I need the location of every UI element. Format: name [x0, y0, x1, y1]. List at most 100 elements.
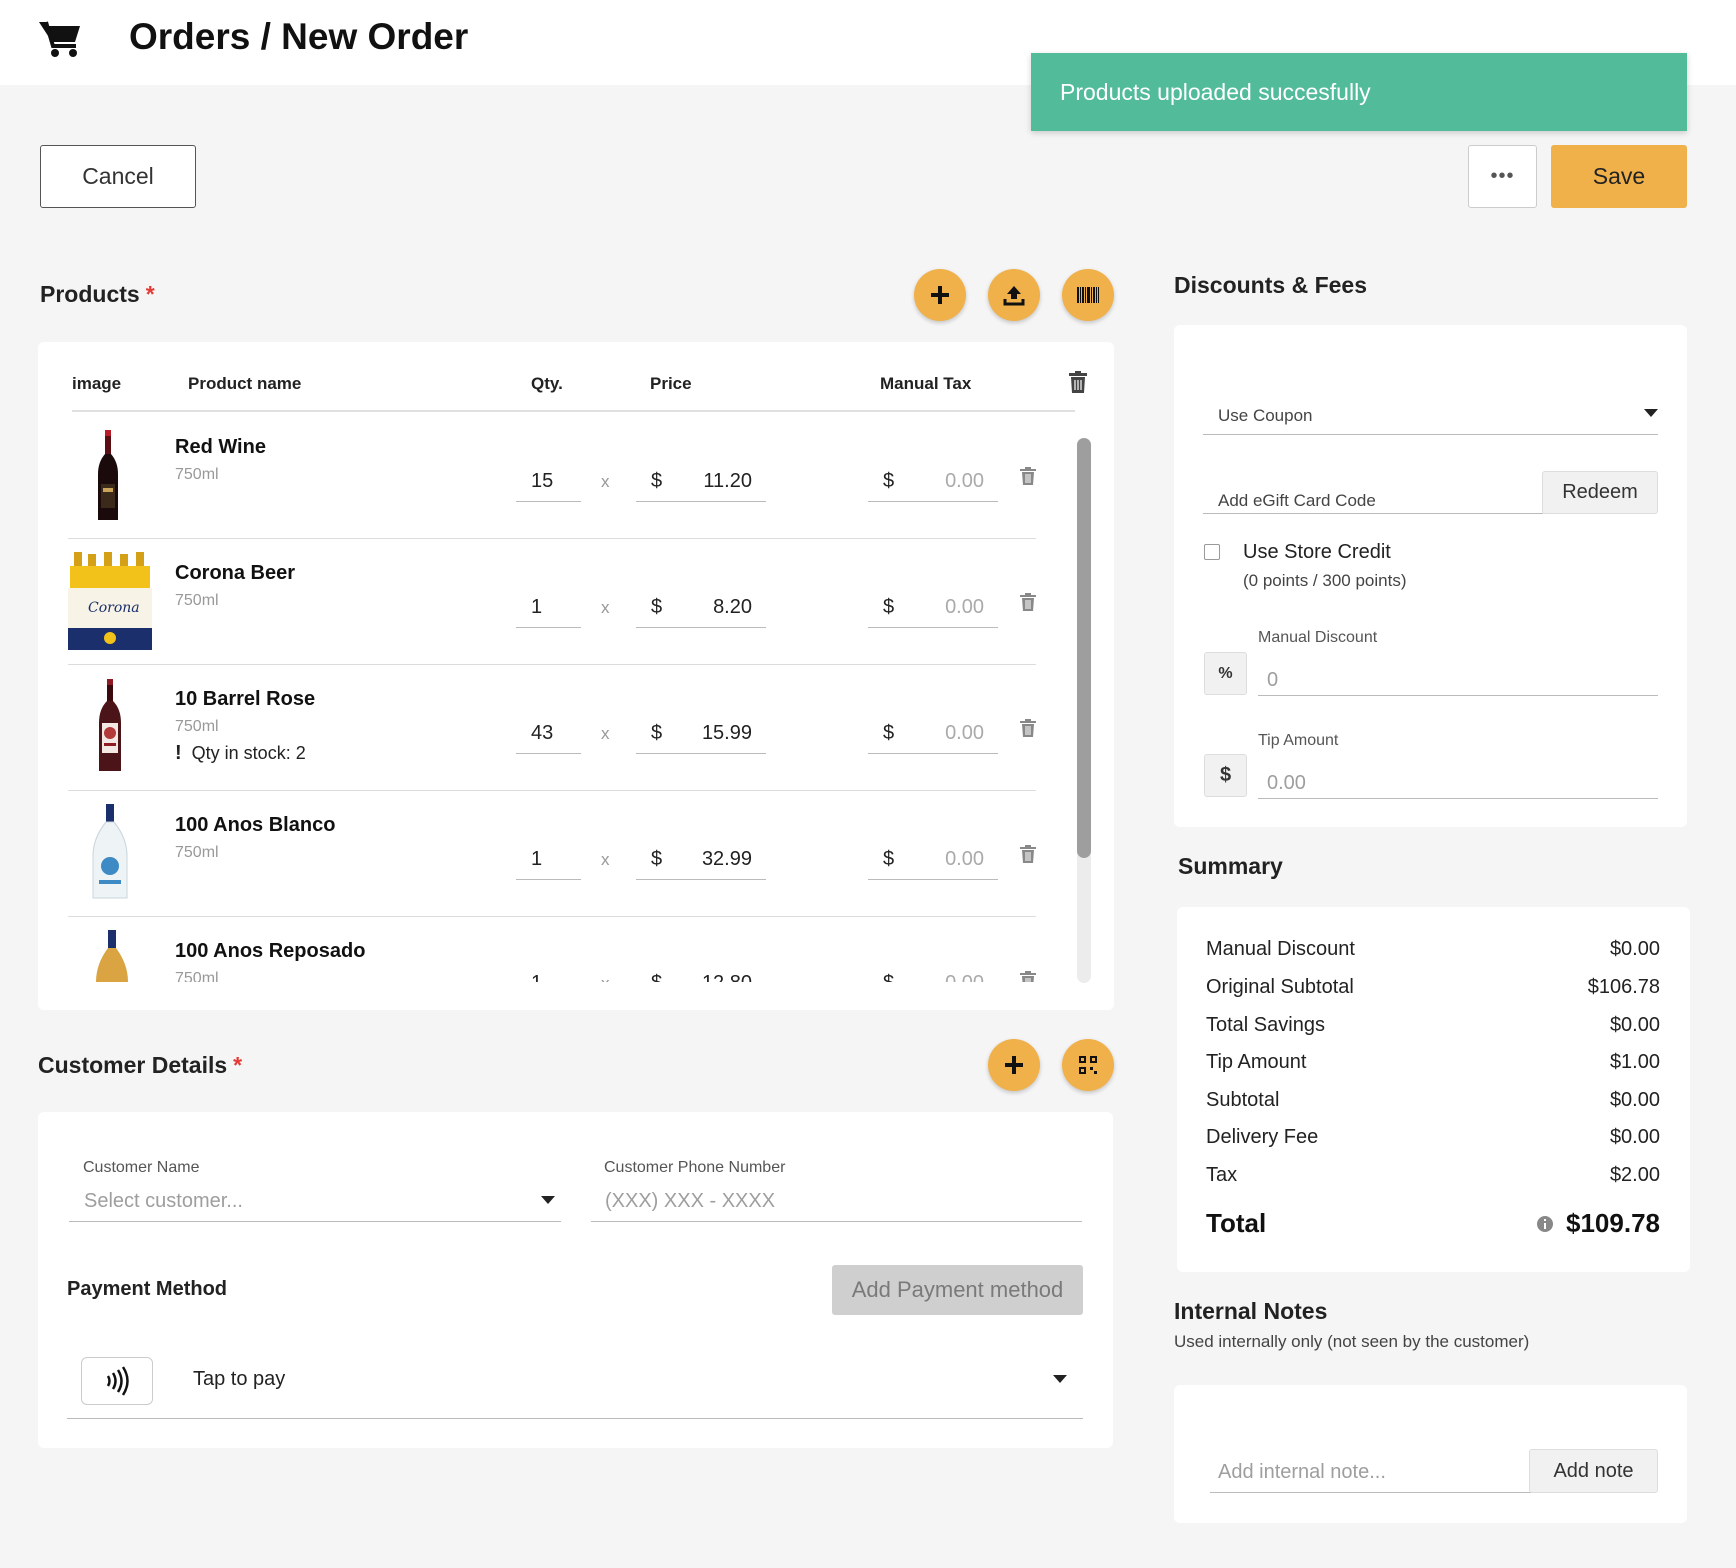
upload-products-button[interactable]: [988, 269, 1040, 321]
qty-input[interactable]: 15: [531, 470, 553, 493]
stock-warning: ! Qty in stock: 2: [175, 742, 306, 765]
product-image-corona-beer: Corona: [68, 552, 152, 650]
egift-card-input[interactable]: Add eGift Card Code: [1218, 491, 1376, 511]
payment-method-select[interactable]: Tap to pay: [193, 1368, 285, 1391]
price-underline: [636, 627, 766, 628]
column-header-price: Price: [650, 374, 692, 393]
store-credit-checkbox[interactable]: [1204, 544, 1220, 560]
price-input[interactable]: 11.20: [662, 470, 752, 493]
redeem-button[interactable]: Redeem: [1542, 471, 1658, 514]
info-icon[interactable]: [1536, 1215, 1554, 1233]
scan-qr-button[interactable]: [1062, 1039, 1114, 1091]
chevron-down-icon[interactable]: [541, 1196, 555, 1204]
price-currency: $: [651, 596, 663, 618]
tax-input[interactable]: 0.00: [904, 596, 984, 619]
more-options-button[interactable]: •••: [1468, 145, 1537, 208]
summary-value-subtotal: $0.00: [1609, 1089, 1660, 1111]
add-note-button[interactable]: Add note: [1529, 1449, 1658, 1493]
manual-discount-input[interactable]: 0: [1267, 669, 1278, 692]
qty-input[interactable]: 1: [531, 972, 542, 982]
tip-amount-label: Tip Amount: [1258, 732, 1339, 749]
customer-name-select[interactable]: Select customer...: [84, 1190, 243, 1213]
tip-unit-toggle[interactable]: $: [1204, 754, 1247, 797]
delete-all-icon[interactable]: [1068, 371, 1088, 393]
price-input[interactable]: 32.99: [662, 848, 752, 871]
internal-notes-subtitle: Used internally only (not seen by the cu…: [1174, 1332, 1530, 1351]
customer-phone-label: Customer Phone Number: [604, 1159, 786, 1176]
price-input[interactable]: 15.99: [662, 722, 752, 745]
product-image-10-barrel-rose: [99, 679, 121, 771]
tax-underline: [868, 627, 998, 628]
tax-currency: $: [883, 848, 895, 870]
chevron-down-icon[interactable]: [1053, 1375, 1067, 1383]
success-toast: Products uploaded succesfully: [1031, 53, 1687, 131]
summary-label-tax: Tax: [1206, 1164, 1238, 1186]
trash-icon[interactable]: [1020, 845, 1036, 863]
tax-input[interactable]: 0.00: [904, 470, 984, 493]
product-size: 750ml: [175, 718, 219, 735]
product-name: 10 Barrel Rose: [175, 688, 316, 710]
summary-label-manual-discount: Manual Discount: [1206, 938, 1355, 960]
tax-currency: $: [883, 470, 895, 492]
summary-value-delivery-fee: $0.00: [1609, 1126, 1660, 1148]
price-underline: [636, 753, 766, 754]
customer-phone-input[interactable]: (XXX) XXX - XXXX: [605, 1190, 775, 1213]
column-header-manual-tax: Manual Tax: [880, 374, 972, 393]
add-product-button[interactable]: [914, 269, 966, 321]
times-sign: x: [601, 472, 610, 491]
add-payment-method-button[interactable]: Add Payment method: [832, 1265, 1083, 1315]
product-size: 750ml: [175, 592, 219, 609]
qty-underline: [516, 879, 581, 880]
price-underline: [636, 501, 766, 502]
product-size: 750ml: [175, 844, 219, 861]
internal-note-input[interactable]: Add internal note...: [1218, 1461, 1386, 1484]
svg-text:Corona: Corona: [88, 600, 140, 616]
trash-icon[interactable]: [1020, 971, 1036, 982]
products-section-title: Products *: [40, 281, 155, 308]
summary-label-tip-amount: Tip Amount: [1206, 1051, 1307, 1073]
tax-underline: [868, 753, 998, 754]
upload-icon: [1003, 286, 1025, 306]
tax-input[interactable]: 0.00: [904, 972, 984, 982]
coupon-select[interactable]: Use Coupon: [1218, 406, 1313, 426]
trash-icon[interactable]: [1020, 593, 1036, 611]
store-credit-points: (0 points / 300 points): [1243, 571, 1407, 590]
egift-underline: [1203, 513, 1543, 514]
row-divider: [68, 790, 1036, 791]
add-customer-button[interactable]: [988, 1039, 1040, 1091]
cancel-button[interactable]: Cancel: [40, 145, 196, 208]
summary-label-delivery-fee: Delivery Fee: [1206, 1126, 1319, 1148]
manual-discount-underline: [1258, 695, 1658, 696]
scan-barcode-button[interactable]: [1062, 269, 1114, 321]
trash-icon[interactable]: [1020, 467, 1036, 485]
manual-discount-unit-toggle[interactable]: %: [1204, 652, 1247, 695]
required-mark: *: [145, 281, 155, 307]
coupon-underline: [1203, 434, 1658, 435]
payment-method-title: Payment Method: [67, 1278, 228, 1300]
price-input[interactable]: 8.20: [662, 596, 752, 619]
tax-input[interactable]: 0.00: [904, 722, 984, 745]
product-name: 100 Anos Blanco: [175, 814, 336, 836]
summary-label-original-subtotal: Original Subtotal: [1206, 976, 1354, 998]
customer-name-underline: [69, 1221, 561, 1222]
trash-icon[interactable]: [1020, 719, 1036, 737]
tax-input[interactable]: 0.00: [904, 848, 984, 871]
qty-input[interactable]: 1: [531, 848, 542, 871]
cart-icon: [39, 21, 80, 57]
products-title: Products: [40, 281, 140, 307]
customer-section-title: Customer Details *: [38, 1052, 242, 1079]
customer-phone-underline: [591, 1221, 1082, 1222]
save-button[interactable]: Save: [1551, 145, 1687, 208]
qty-input[interactable]: 43: [531, 722, 553, 745]
qty-input[interactable]: 1: [531, 596, 542, 619]
price-currency: $: [651, 972, 662, 982]
product-name: Corona Beer: [175, 562, 296, 584]
tip-amount-input[interactable]: 0.00: [1267, 772, 1306, 795]
tax-currency: $: [883, 722, 895, 744]
chevron-down-icon[interactable]: [1644, 409, 1658, 417]
required-mark: *: [233, 1052, 243, 1078]
product-name: Red Wine: [175, 436, 266, 458]
price-input[interactable]: 12.80: [662, 972, 752, 982]
price-currency: $: [651, 722, 663, 744]
column-header-image: image: [72, 374, 122, 393]
